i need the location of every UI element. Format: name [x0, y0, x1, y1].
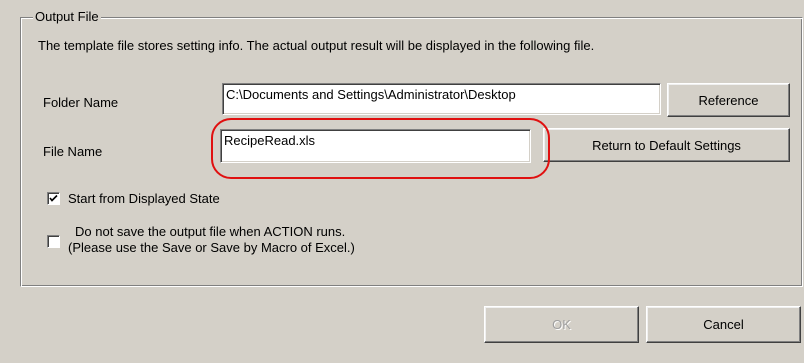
start-from-displayed-checkbox[interactable]: [47, 192, 60, 205]
ok-button-label: OK: [552, 317, 571, 332]
return-to-default-button-label: Return to Default Settings: [592, 137, 741, 153]
do-not-save-label-line1: Do not save the output file when ACTION …: [75, 224, 346, 239]
start-from-displayed-label: Start from Displayed State: [68, 191, 220, 206]
return-to-default-button[interactable]: Return to Default Settings: [543, 128, 790, 162]
folder-name-input[interactable]: C:\Documents and Settings\Administrator\…: [222, 83, 661, 115]
groupbox-legend: Output File: [33, 9, 101, 24]
reference-button[interactable]: Reference: [667, 83, 790, 117]
file-name-input[interactable]: RecipeRead.xls: [220, 129, 531, 163]
ok-button[interactable]: OK: [484, 306, 639, 343]
do-not-save-label-line2: (Please use the Save or Save by Macro of…: [68, 240, 355, 255]
cancel-button[interactable]: Cancel: [646, 306, 801, 343]
cancel-button-label: Cancel: [703, 317, 744, 332]
do-not-save-checkbox[interactable]: [47, 235, 60, 248]
checkmark-icon: [49, 194, 58, 202]
description-text: The template file stores setting info. T…: [38, 38, 595, 53]
folder-name-label: Folder Name: [43, 95, 119, 110]
reference-button-label: Reference: [698, 92, 759, 108]
file-name-label: File Name: [43, 144, 103, 159]
